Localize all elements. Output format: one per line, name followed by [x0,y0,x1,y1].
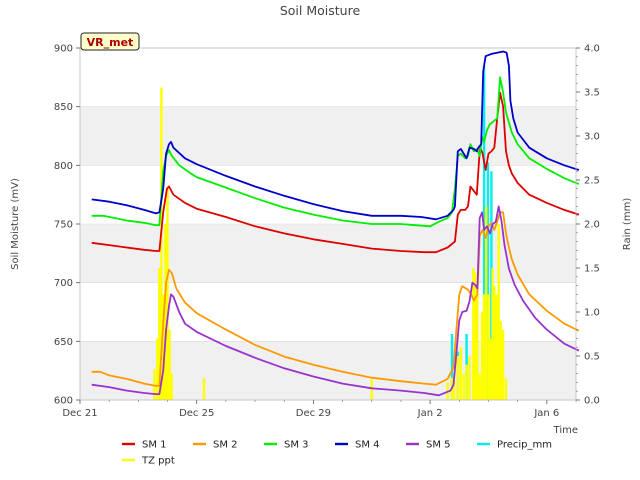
y-tick-label: 750 [54,220,73,231]
y-tick-label: 700 [54,278,73,289]
y-axis-ticks: 600 650 700 750 800 850 900 [54,44,80,407]
y-tick-label: 650 [54,337,73,348]
x-tick-label: Jan 6 [533,408,559,419]
grid-band [80,165,576,224]
bar-tz-ppt [170,373,173,400]
y-tick-label: 600 [54,396,73,407]
bar-tz-ppt [499,320,502,400]
y2-tick-label: 2.5 [584,176,600,187]
chart-title: Soil Moisture [280,3,361,18]
bar-tz-ppt [482,294,486,400]
y2-tick-label: 2.0 [584,220,600,231]
legend-label: SM 3 [284,440,309,451]
x-tick-label: Dec 25 [179,408,214,419]
bar-tz-ppt [501,329,505,400]
y2-tick-label: 4.0 [584,44,600,55]
legend-label: Precip_mm [497,440,552,451]
bar-tz-ppt [504,378,508,400]
x-tick-label: Dec 29 [296,408,331,419]
bar-tz-ppt [462,373,465,400]
y-tick-label: 850 [54,102,73,113]
y-tick-label: 800 [54,161,73,172]
grid-band [80,106,576,166]
x-tick-label: Dec 21 [62,408,97,419]
bar-tz-ppt [478,373,481,400]
bar-tz-ppt [468,356,471,400]
legend-label: SM 1 [142,440,167,451]
bar-tz-ppt [480,312,484,400]
y2-axis-label: Rain (mm) [622,198,633,251]
x-tick-label: Jan 2 [417,408,443,419]
y-axis-label: Soil Moisture (mV) [10,178,21,270]
x-axis-label: Time [553,425,578,436]
bar-tz-ppt [166,188,169,400]
bar-tz-ppt [476,294,479,400]
bar-tz-ppt [487,294,490,400]
y2-tick-label: 0.0 [584,396,600,407]
soil-moisture-chart: 600 650 700 750 800 850 900 0.0 0.5 1.0 1.5 2.0 2.5… [10,3,633,467]
bar-tz-ppt [474,272,477,400]
y2-tick-label: 3.0 [584,132,600,143]
bar-tz-ppt [465,364,468,400]
grid-band [80,224,576,283]
legend-label: SM 5 [426,440,451,451]
y2-axis-ticks: 0.0 0.5 1.0 1.5 2.0 2.5 3.0 3.5 4.0 [576,44,600,407]
legend-label: SM 4 [355,440,380,451]
bar-tz-ppt [497,224,500,400]
bar-tz-ppt [493,285,496,400]
y2-tick-label: 1.5 [584,264,600,275]
bar-tz-ppt [156,338,159,400]
x-axis-ticks: Dec 21 Dec 25 Dec 29 Jan 2 Jan 6 [62,400,577,419]
bar-tz-ppt [456,356,460,400]
bar-tz-ppt [459,347,462,400]
badge-label: VR_met [87,36,134,49]
y2-tick-label: 3.5 [584,88,600,99]
legend-label: TZ ppt [141,456,175,467]
bar-tz-ppt [168,329,171,400]
bar-tz-ppt [489,338,492,400]
y2-tick-label: 0.5 [584,352,600,363]
bar-tz-ppt [495,294,498,400]
station-badge: VR_met [80,32,140,51]
legend: SM 1 SM 2 SM 3 SM 4 SM 5 Precip_mm TZ ppt [122,440,552,467]
bar-tz-ppt [202,378,206,400]
legend-label: SM 2 [213,440,238,451]
y-tick-label: 900 [54,44,73,55]
y2-tick-label: 1.0 [584,308,600,319]
